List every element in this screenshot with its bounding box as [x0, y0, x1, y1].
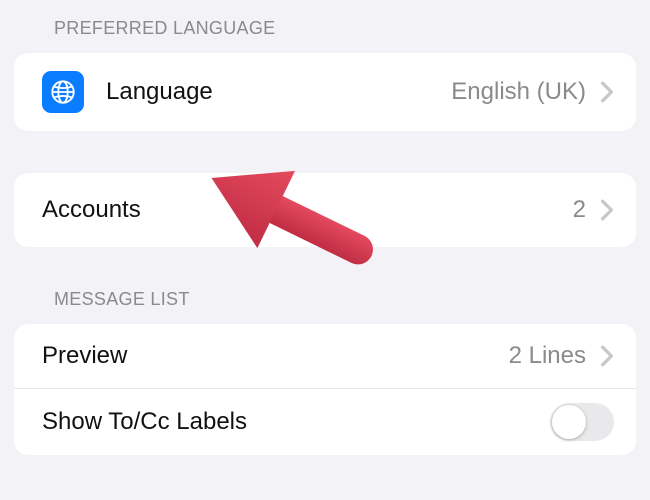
globe-icon [42, 71, 84, 113]
accounts-card: Accounts 2 [14, 173, 636, 247]
section-header-message-list: MESSAGE LIST [0, 247, 650, 324]
accounts-value: 2 [573, 196, 586, 224]
language-row[interactable]: Language English (UK) [14, 53, 636, 131]
show-tocc-toggle[interactable] [550, 403, 614, 441]
message-list-card: Preview 2 Lines Show To/Cc Labels [14, 324, 636, 455]
preview-row[interactable]: Preview 2 Lines [14, 324, 636, 388]
preview-label: Preview [42, 342, 509, 370]
chevron-right-icon [600, 199, 614, 221]
accounts-label: Accounts [42, 196, 573, 224]
chevron-right-icon [600, 345, 614, 367]
spacer [0, 131, 650, 173]
chevron-right-icon [600, 81, 614, 103]
show-tocc-label: Show To/Cc Labels [42, 408, 550, 436]
accounts-row[interactable]: Accounts 2 [14, 173, 636, 247]
language-value: English (UK) [451, 78, 586, 106]
section-header-language: PREFERRED LANGUAGE [0, 0, 650, 53]
language-card: Language English (UK) [14, 53, 636, 131]
preview-value: 2 Lines [509, 342, 586, 370]
show-tocc-row[interactable]: Show To/Cc Labels [14, 388, 636, 455]
toggle-knob [552, 405, 586, 439]
settings-screen: PREFERRED LANGUAGE Language English (UK) [0, 0, 650, 500]
language-label: Language [106, 78, 451, 106]
